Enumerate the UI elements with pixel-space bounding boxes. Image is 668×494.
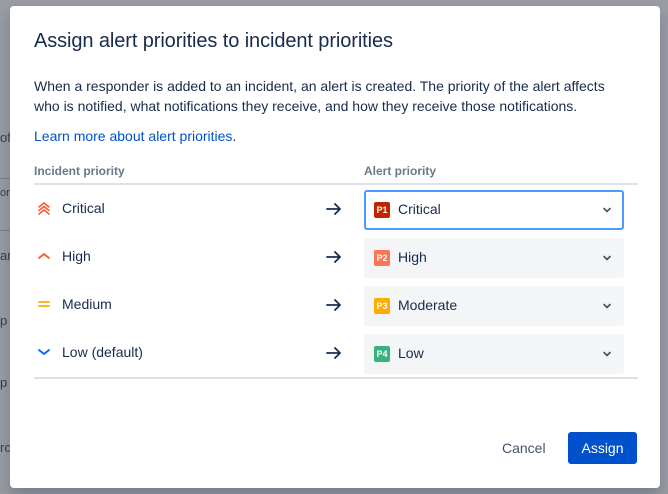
arrow-right-icon xyxy=(326,347,341,359)
background-text: ori xyxy=(0,187,10,199)
background-text: p xyxy=(0,313,8,328)
incident-priority-label: Critical xyxy=(62,200,105,216)
background-divider xyxy=(0,178,10,179)
equals-icon xyxy=(38,301,50,307)
priority-row-critical: Critical P1 Critical xyxy=(34,186,638,234)
alert-priority-select-low[interactable]: P4 Low xyxy=(364,334,624,374)
learn-more-line: Learn more about alert priorities. xyxy=(34,128,236,144)
arrow-right-icon xyxy=(326,299,341,311)
chevron-up-icon xyxy=(38,252,50,259)
background-text: p xyxy=(0,375,8,390)
selected-alert-priority: Critical xyxy=(398,201,441,217)
column-header-incident: Incident priority xyxy=(34,164,125,178)
assign-button[interactable]: Assign xyxy=(568,432,637,464)
learn-more-suffix: . xyxy=(232,128,237,144)
priority-row-high: High P2 High xyxy=(34,234,638,282)
priority-badge: P4 xyxy=(374,346,390,362)
table-bottom-divider xyxy=(34,377,638,379)
arrow-right-icon xyxy=(326,203,341,215)
alert-priority-select-medium[interactable]: P3 Moderate xyxy=(364,286,624,326)
priority-badge: P2 xyxy=(374,250,390,266)
dialog-title: Assign alert priorities to incident prio… xyxy=(34,30,393,52)
learn-more-link[interactable]: Learn more about alert priorities xyxy=(34,128,232,144)
chevrons-up-icon xyxy=(38,201,50,215)
column-header-alert: Alert priority xyxy=(364,164,437,178)
selected-alert-priority: High xyxy=(398,249,427,265)
background-text: of xyxy=(0,130,10,145)
priority-badge: P1 xyxy=(374,202,390,218)
assign-priorities-dialog: Assign alert priorities to incident prio… xyxy=(10,6,660,488)
arrow-right-icon xyxy=(326,251,341,263)
incident-priority-label: High xyxy=(62,248,91,264)
chevron-down-icon xyxy=(38,349,50,356)
alert-priority-select-critical[interactable]: P1 Critical xyxy=(364,190,624,230)
background-text: ro xyxy=(0,440,10,455)
incident-priority-label: Medium xyxy=(62,296,112,312)
priority-badge: P3 xyxy=(374,298,390,314)
chevron-down-icon xyxy=(603,351,611,357)
priority-row-low: Low (default) P4 Low xyxy=(34,330,638,378)
cancel-button[interactable]: Cancel xyxy=(490,432,558,464)
incident-priority-label: Low (default) xyxy=(62,344,143,360)
dialog-description: When a responder is added to an incident… xyxy=(34,78,605,114)
alert-priority-select-high[interactable]: P2 High xyxy=(364,238,624,278)
priority-row-medium: Medium P3 Moderate xyxy=(34,282,638,330)
selected-alert-priority: Moderate xyxy=(398,297,458,313)
chevron-down-icon xyxy=(603,207,611,213)
background-divider xyxy=(0,230,10,231)
chevron-down-icon xyxy=(603,303,611,309)
header-divider xyxy=(34,183,638,185)
chevron-down-icon xyxy=(603,255,611,261)
background-text: ar xyxy=(0,248,10,263)
selected-alert-priority: Low xyxy=(398,345,424,361)
